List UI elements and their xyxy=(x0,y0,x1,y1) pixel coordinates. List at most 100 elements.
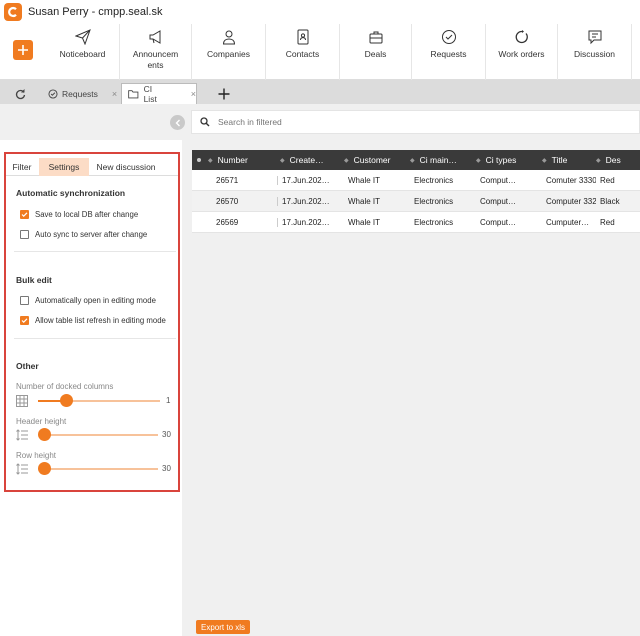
sort-icon: ◆ xyxy=(208,157,213,164)
cell-title: Comuter 3330 xyxy=(546,175,596,185)
option-allow-refresh[interactable]: Allow table list refresh in editing mode xyxy=(20,316,166,325)
column-header-ci-main[interactable]: ◆ Ci main… xyxy=(406,155,472,165)
cell-title: Computer 3320 xyxy=(546,196,596,206)
option-label: Save to local DB after change xyxy=(35,210,139,219)
main-navbar: Noticeboard Announcem ents Companies Con… xyxy=(0,24,640,80)
cell-number: 26569 xyxy=(192,217,278,227)
select-all-column[interactable] xyxy=(192,158,208,162)
section-title-other: Other xyxy=(16,361,39,371)
check-icon xyxy=(21,212,28,218)
option-label: Auto sync to server after change xyxy=(35,230,148,239)
nav-label: Companies xyxy=(207,49,250,59)
option-auto-sync[interactable]: Auto sync to server after change xyxy=(20,230,147,239)
tab-settings[interactable]: Settings xyxy=(39,158,89,176)
refresh-icon xyxy=(15,88,26,99)
cell-ci-main: Electronics xyxy=(414,217,454,227)
tab-close-icon[interactable]: × xyxy=(112,89,117,99)
column-header-customer[interactable]: ◆ Customer xyxy=(340,155,406,165)
nav-companies[interactable]: Companies xyxy=(192,24,266,80)
cell-number: 26570 xyxy=(192,196,278,206)
window-title: Susan Perry - cmpp.seal.sk xyxy=(28,6,163,18)
nav-label: Announcem ents xyxy=(132,49,179,70)
plus-icon xyxy=(18,45,28,55)
divider xyxy=(14,338,176,339)
checkbox-checked[interactable] xyxy=(20,316,29,325)
cell-ci-main: Electronics xyxy=(414,175,454,185)
nav-deals[interactable]: Deals xyxy=(340,24,412,80)
ci-table: ◆ Number ◆ Create… ◆ Customer ◆ Ci main… ◆ C… xyxy=(192,150,640,233)
cell-customer: Whale IT xyxy=(348,217,381,227)
briefcase-icon xyxy=(369,31,382,44)
table-header: ◆ Number ◆ Create… ◆ Customer ◆ Ci main… ◆ C… xyxy=(192,150,640,170)
search-input[interactable] xyxy=(218,117,618,127)
tab-requests[interactable]: Requests × xyxy=(44,83,118,104)
option-open-editing[interactable]: Automatically open in editing mode xyxy=(20,296,156,305)
column-label: Ci types xyxy=(485,155,517,165)
nav-work-orders[interactable]: Work orders xyxy=(486,24,558,80)
nav-discussion[interactable]: Discussion xyxy=(558,24,632,80)
checkbox-unchecked[interactable] xyxy=(20,230,29,239)
nav-noticeboard[interactable]: Noticeboard xyxy=(46,24,120,80)
slider-thumb[interactable] xyxy=(38,428,51,441)
tab-filter[interactable]: Filter xyxy=(6,158,38,176)
line-height-icon xyxy=(16,463,28,475)
cell-created: 17.Jun.202… xyxy=(282,217,330,227)
refresh-button[interactable] xyxy=(14,83,26,104)
tab-ci-list[interactable]: CI List × xyxy=(121,83,197,104)
slider-thumb[interactable] xyxy=(60,394,73,407)
cell-ci-types: Comput… xyxy=(480,175,517,185)
nav-announcements[interactable]: Announcem ents xyxy=(120,24,192,80)
circle-arrow-icon xyxy=(515,30,528,44)
slider-label-header-height: Header height xyxy=(16,417,67,426)
section-title-bulk-edit: Bulk edit xyxy=(16,275,52,285)
cell-description: Black xyxy=(600,196,620,206)
slider-header-height[interactable]: 30 xyxy=(16,428,174,442)
cell-ci-types: Comput… xyxy=(480,196,517,206)
option-label: Automatically open in editing mode xyxy=(35,296,156,305)
cell-created: 17.Jun.202… xyxy=(282,175,330,185)
column-header-title[interactable]: ◆ Title xyxy=(538,155,592,165)
grid-area: ◆ Number ◆ Create… ◆ Customer ◆ Ci main… ◆ C… xyxy=(192,140,640,636)
sort-icon: ◆ xyxy=(542,157,547,164)
column-header-ci-types[interactable]: ◆ Ci types xyxy=(472,155,538,165)
slider-value: 1 xyxy=(166,396,171,405)
nav-requests[interactable]: Requests xyxy=(412,24,486,80)
search-box[interactable] xyxy=(191,110,640,134)
new-tab-button[interactable] xyxy=(218,83,230,104)
slider-label-row-height: Row height xyxy=(16,451,57,460)
slider-thumb[interactable] xyxy=(38,462,51,475)
sort-icon: ◆ xyxy=(596,157,601,164)
table-row[interactable]: 26570 17.Jun.202… Whale IT Electronics C… xyxy=(192,191,640,212)
column-header-number[interactable]: ◆ Number xyxy=(208,155,276,165)
column-header-description[interactable]: ◆ Des xyxy=(592,155,640,165)
slider-value: 30 xyxy=(162,464,171,473)
table-row[interactable]: 26569 17.Jun.202… Whale IT Electronics C… xyxy=(192,212,640,233)
column-header-created[interactable]: ◆ Create… xyxy=(276,155,340,165)
checkbox-checked[interactable] xyxy=(20,210,29,219)
slider-docked-columns[interactable]: 1 xyxy=(16,394,174,408)
folder-icon xyxy=(128,90,139,99)
tab-close-icon[interactable]: × xyxy=(191,89,196,99)
option-save-local[interactable]: Save to local DB after change xyxy=(20,210,138,219)
checkbox-unchecked[interactable] xyxy=(20,296,29,305)
collapse-panel-button[interactable] xyxy=(170,115,185,130)
slider-row-height[interactable]: 30 xyxy=(16,462,174,476)
tab-new-discussion[interactable]: New discussion xyxy=(90,158,162,176)
nav-label: Noticeboard xyxy=(59,49,106,59)
sort-icon: ◆ xyxy=(280,157,285,164)
check-circle-icon xyxy=(48,88,58,99)
table-row[interactable]: 26571 17.Jun.202… Whale IT Electronics C… xyxy=(192,170,640,191)
person-icon xyxy=(222,30,235,45)
column-label: Title xyxy=(551,155,568,165)
cell-customer: Whale IT xyxy=(348,196,381,206)
line-height-icon xyxy=(16,429,28,441)
panel-tabs: Filter Settings New discussion xyxy=(6,154,178,176)
nav-contacts[interactable]: Contacts xyxy=(266,24,340,80)
cell-number: 26571 xyxy=(192,175,278,185)
export-xls-button[interactable]: Export to xls xyxy=(196,620,251,634)
tab-label: Requests xyxy=(62,88,98,99)
plus-icon xyxy=(218,88,230,99)
add-button[interactable] xyxy=(13,40,33,60)
search-row xyxy=(0,104,640,140)
sort-icon: ◆ xyxy=(344,157,349,164)
